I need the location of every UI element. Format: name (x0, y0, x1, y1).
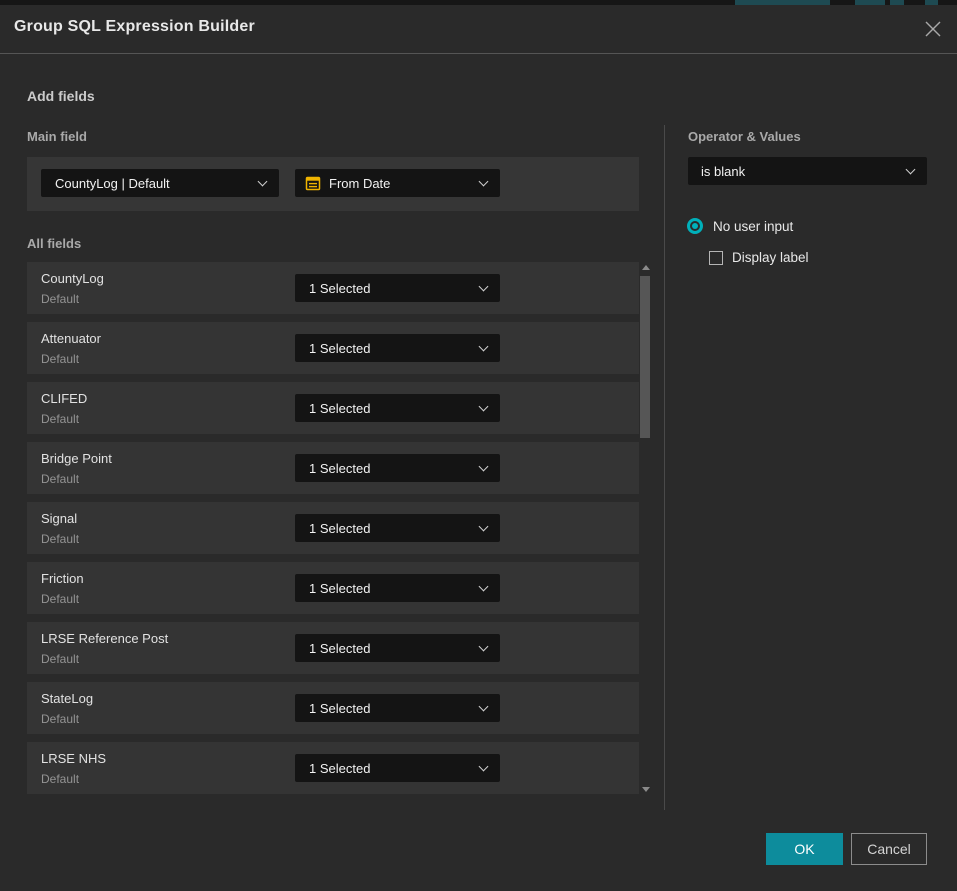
display-label-text: Display label (732, 250, 809, 265)
field-selection-dropdown[interactable]: 1 Selected (295, 394, 500, 422)
field-selection-value: 1 Selected (309, 341, 370, 356)
operator-dropdown-value: is blank (701, 164, 745, 179)
panel-divider (664, 125, 665, 810)
field-selection-value: 1 Selected (309, 641, 370, 656)
display-label-checkbox[interactable] (709, 251, 723, 265)
chevron-down-icon (479, 177, 489, 187)
field-row: CLIFED Default 1 Selected (27, 382, 639, 434)
field-name: CountyLog (41, 271, 104, 286)
field-row: Friction Default 1 Selected (27, 562, 639, 614)
field-sublabel: Default (41, 412, 79, 426)
cancel-button[interactable]: Cancel (851, 833, 927, 865)
main-layer-dropdown[interactable]: CountyLog | Default (41, 169, 279, 197)
field-row: Bridge Point Default 1 Selected (27, 442, 639, 494)
field-selection-dropdown[interactable]: 1 Selected (295, 334, 500, 362)
scroll-down-arrow-icon[interactable] (642, 787, 650, 792)
no-user-input-option[interactable]: No user input (687, 218, 793, 234)
title-divider (0, 53, 957, 54)
display-label-option[interactable]: Display label (709, 250, 809, 265)
field-sublabel: Default (41, 532, 79, 546)
main-field-panel: CountyLog | Default From Date (27, 157, 639, 211)
main-layer-dropdown-value: CountyLog | Default (55, 176, 170, 191)
field-sublabel: Default (41, 772, 79, 786)
no-user-input-label: No user input (713, 219, 793, 234)
field-selection-dropdown[interactable]: 1 Selected (295, 454, 500, 482)
field-row: Attenuator Default 1 Selected (27, 322, 639, 374)
field-name: StateLog (41, 691, 93, 706)
calendar-date-icon (305, 175, 321, 191)
chevron-down-icon (479, 702, 489, 712)
chevron-down-icon (479, 762, 489, 772)
field-sublabel: Default (41, 352, 79, 366)
field-selection-value: 1 Selected (309, 281, 370, 296)
chevron-down-icon (479, 522, 489, 532)
field-sublabel: Default (41, 292, 79, 306)
no-user-input-radio[interactable] (687, 218, 703, 234)
field-name: Signal (41, 511, 77, 526)
chevron-down-icon (258, 177, 268, 187)
close-icon[interactable] (923, 19, 943, 39)
field-selection-value: 1 Selected (309, 401, 370, 416)
field-name: CLIFED (41, 391, 87, 406)
field-sublabel: Default (41, 472, 79, 486)
field-selection-dropdown[interactable]: 1 Selected (295, 634, 500, 662)
scrollbar-thumb[interactable] (640, 276, 650, 438)
field-name: LRSE NHS (41, 751, 106, 766)
main-field-dropdown-value: From Date (329, 176, 390, 191)
field-name: Bridge Point (41, 451, 112, 466)
field-selection-dropdown[interactable]: 1 Selected (295, 514, 500, 542)
field-row: LRSE Reference Post Default 1 Selected (27, 622, 639, 674)
field-name: Attenuator (41, 331, 101, 346)
chevron-down-icon (479, 582, 489, 592)
field-selection-dropdown[interactable]: 1 Selected (295, 754, 500, 782)
field-selection-value: 1 Selected (309, 701, 370, 716)
all-fields-label: All fields (27, 236, 81, 251)
field-sublabel: Default (41, 592, 79, 606)
chevron-down-icon (906, 165, 916, 175)
field-name: Friction (41, 571, 84, 586)
operator-values-label: Operator & Values (688, 129, 801, 144)
field-selection-value: 1 Selected (309, 581, 370, 596)
field-row: LRSE NHS Default 1 Selected (27, 742, 639, 794)
chevron-down-icon (479, 282, 489, 292)
field-selection-value: 1 Selected (309, 521, 370, 536)
operator-dropdown[interactable]: is blank (688, 157, 927, 185)
field-selection-dropdown[interactable]: 1 Selected (295, 274, 500, 302)
chevron-down-icon (479, 342, 489, 352)
fields-scrollbar[interactable] (640, 262, 652, 798)
main-field-dropdown[interactable]: From Date (295, 169, 500, 197)
chevron-down-icon (479, 402, 489, 412)
dialog-titlebar: Group SQL Expression Builder (0, 5, 957, 53)
field-selection-dropdown[interactable]: 1 Selected (295, 694, 500, 722)
field-row: Signal Default 1 Selected (27, 502, 639, 554)
scroll-up-arrow-icon[interactable] (642, 265, 650, 270)
field-selection-value: 1 Selected (309, 761, 370, 776)
ok-button[interactable]: OK (766, 833, 843, 865)
field-selection-value: 1 Selected (309, 461, 370, 476)
group-sql-expression-builder-dialog: Group SQL Expression Builder Add fields … (0, 5, 957, 891)
field-row: StateLog Default 1 Selected (27, 682, 639, 734)
main-field-label: Main field (27, 129, 87, 144)
field-selection-dropdown[interactable]: 1 Selected (295, 574, 500, 602)
add-fields-heading: Add fields (27, 88, 95, 104)
field-row: CountyLog Default 1 Selected (27, 262, 639, 314)
field-sublabel: Default (41, 652, 79, 666)
field-name: LRSE Reference Post (41, 631, 168, 646)
chevron-down-icon (479, 642, 489, 652)
all-fields-list: CountyLog Default 1 Selected Attenuator … (27, 262, 639, 802)
field-sublabel: Default (41, 712, 79, 726)
dialog-title: Group SQL Expression Builder (14, 18, 255, 36)
chevron-down-icon (479, 462, 489, 472)
